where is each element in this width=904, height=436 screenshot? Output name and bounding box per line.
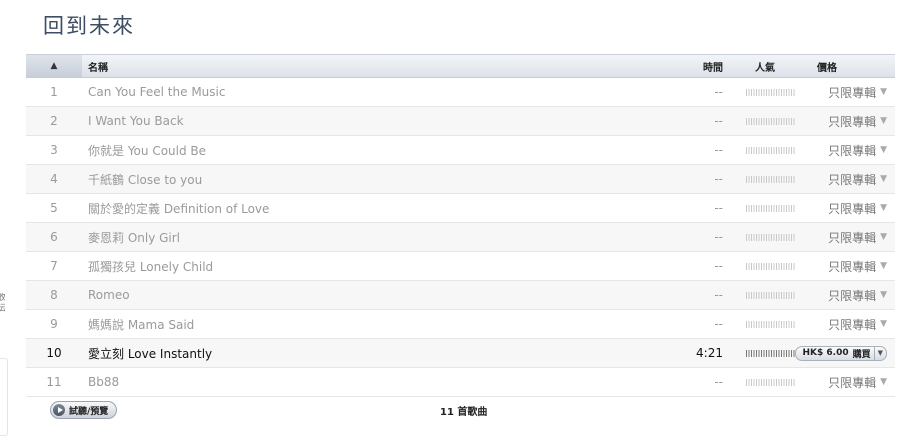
album-only-label: 只限專輯 xyxy=(828,85,877,100)
track-time: -- xyxy=(714,143,723,157)
dropdown-arrow-icon[interactable]: ▼ xyxy=(880,261,887,271)
song-count: 11 首歌曲 xyxy=(440,407,488,418)
album-title: 回到未來 xyxy=(43,14,135,38)
track-name: 媽媽說 Mama Said xyxy=(88,317,195,332)
track-name: Bb88 xyxy=(88,375,120,389)
track-row[interactable]: 11 Bb88 -- 只限專輯 ▼ xyxy=(26,368,895,397)
play-icon xyxy=(53,404,65,416)
album-only-label: 只限專輯 xyxy=(828,259,877,274)
dropdown-arrow-icon[interactable]: ▼ xyxy=(880,232,887,242)
track-time: -- xyxy=(714,317,723,331)
dropdown-arrow-icon[interactable]: ▼ xyxy=(880,377,887,387)
track-time: -- xyxy=(714,172,723,186)
track-name: I Want You Back xyxy=(88,114,184,128)
track-number: 2 xyxy=(50,114,58,128)
dropdown-arrow-icon[interactable]: ▼ xyxy=(880,145,887,155)
album-only-label: 只限專輯 xyxy=(828,114,877,129)
time-column-header[interactable]: 時間 xyxy=(653,59,725,74)
popularity-bar xyxy=(746,175,796,183)
track-name: 麥恩莉 Only Girl xyxy=(88,230,181,245)
popularity-bar xyxy=(746,262,796,270)
buy-label: 購買 xyxy=(852,349,871,360)
track-row[interactable]: 6 麥恩莉 Only Girl -- 只限專輯 ▼ xyxy=(26,223,895,252)
dropdown-arrow-icon[interactable]: ▼ xyxy=(880,319,887,329)
track-row[interactable]: 9 媽媽說 Mama Said -- 只限專輯 ▼ xyxy=(26,310,895,339)
album-only-label: 只限專輯 xyxy=(828,143,877,158)
track-time: -- xyxy=(714,230,723,244)
track-name: 愛立刻 Love Instantly xyxy=(88,346,213,361)
dropdown-arrow-icon[interactable]: ▼ xyxy=(880,290,887,300)
track-row[interactable]: 10 愛立刻 Love Instantly 4:21 HK$ 6.00 購買 ▼ xyxy=(26,339,895,368)
track-number: 8 xyxy=(50,288,58,302)
sort-number-column[interactable]: ▲ xyxy=(26,55,82,77)
track-list-footer: 試聽/預覽 11 首歌曲 xyxy=(26,397,895,421)
sidebar-edge-text: 收 伝 xyxy=(0,293,5,314)
track-row[interactable]: 7 孤獨孩兒 Lonely Child -- 只限專輯 ▼ xyxy=(26,252,895,281)
album-only-label: 只限專輯 xyxy=(828,172,877,187)
track-time: -- xyxy=(714,259,723,273)
popularity-column-header[interactable]: 人氣 xyxy=(725,59,805,74)
track-time: -- xyxy=(714,85,723,99)
album-only-label: 只限專輯 xyxy=(828,375,877,390)
album-only-label: 只限專輯 xyxy=(828,317,877,332)
track-name: Romeo xyxy=(88,288,130,302)
popularity-bar xyxy=(746,146,796,154)
track-number: 6 xyxy=(50,230,58,244)
popularity-bar xyxy=(746,233,796,241)
track-list-header: ▲ 名稱 時間 人氣 價格 xyxy=(26,54,895,78)
album-only-label: 只限專輯 xyxy=(828,201,877,216)
popularity-bar xyxy=(746,320,796,328)
dropdown-arrow-icon[interactable]: ▼ xyxy=(880,203,887,213)
dropdown-arrow-icon[interactable]: ▼ xyxy=(880,87,887,97)
album-only-label: 只限專輯 xyxy=(828,230,877,245)
track-number: 11 xyxy=(46,375,62,389)
track-time: -- xyxy=(714,201,723,215)
popularity-bar xyxy=(746,204,796,212)
buy-button[interactable]: HK$ 6.00 購買 ▼ xyxy=(795,345,887,361)
preview-label: 試聽/預覽 xyxy=(69,406,109,417)
track-name: 你就是 You Could Be xyxy=(88,143,207,158)
track-number: 4 xyxy=(50,172,58,186)
track-name: 關於愛的定義 Definition of Love xyxy=(88,201,270,216)
dropdown-arrow-icon[interactable]: ▼ xyxy=(880,174,887,184)
track-row[interactable]: 3 你就是 You Could Be -- 只限專輯 ▼ xyxy=(26,136,895,165)
dropdown-arrow-icon[interactable]: ▼ xyxy=(880,116,887,126)
name-column-header[interactable]: 名稱 xyxy=(82,59,653,74)
track-row[interactable]: 2 I Want You Back -- 只限專輯 ▼ xyxy=(26,107,895,136)
track-name: 孤獨孩兒 Lonely Child xyxy=(88,259,214,274)
track-time: -- xyxy=(714,114,723,128)
track-name: 千紙鶴 Close to you xyxy=(88,172,203,187)
track-name: Can You Feel the Music xyxy=(88,85,226,99)
popularity-bar xyxy=(746,378,796,386)
preview-button[interactable]: 試聽/預覽 xyxy=(50,401,118,419)
chevron-down-icon[interactable]: ▼ xyxy=(878,349,883,357)
track-time: 4:21 xyxy=(696,346,723,360)
price-label: HK$ 6.00 xyxy=(802,348,849,358)
track-time: -- xyxy=(714,288,723,302)
track-list: ▲ 名稱 時間 人氣 價格 1 Can You Feel the Music -… xyxy=(26,54,895,421)
track-number: 7 xyxy=(50,259,58,273)
track-row[interactable]: 5 關於愛的定義 Definition of Love -- 只限專輯 ▼ xyxy=(26,194,895,223)
popularity-bar xyxy=(746,291,796,299)
track-time: -- xyxy=(714,375,723,389)
track-row[interactable]: 4 千紙鶴 Close to you -- 只限專輯 ▼ xyxy=(26,165,895,194)
popularity-bar xyxy=(746,117,796,125)
track-number: 3 xyxy=(50,143,58,157)
sidebar-edge-box xyxy=(0,358,8,436)
popularity-bar xyxy=(746,349,796,357)
track-number: 10 xyxy=(46,346,62,360)
track-number: 1 xyxy=(50,85,58,99)
track-number: 5 xyxy=(50,201,58,215)
album-only-label: 只限專輯 xyxy=(828,288,877,303)
price-column-header[interactable]: 價格 xyxy=(805,59,895,74)
track-row[interactable]: 8 Romeo -- 只限專輯 ▼ xyxy=(26,281,895,310)
popularity-bar xyxy=(746,88,796,96)
track-row[interactable]: 1 Can You Feel the Music -- 只限專輯 ▼ xyxy=(26,78,895,107)
track-number: 9 xyxy=(50,317,58,331)
